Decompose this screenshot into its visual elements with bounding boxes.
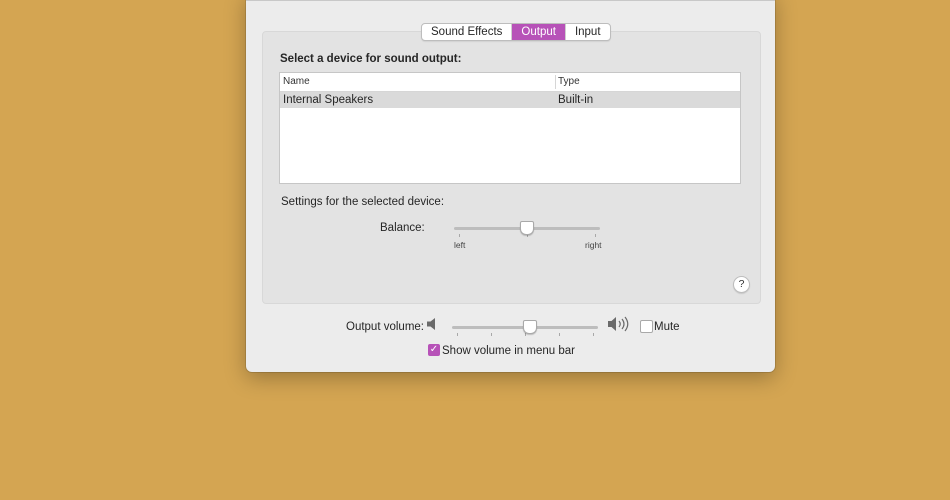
speaker-high-icon [608,316,629,332]
balance-tick [459,234,460,237]
balance-slider[interactable]: left right [454,219,602,250]
checkmark-icon: ✓ [429,344,439,355]
balance-right-label: right [585,240,602,250]
balance-left-label: left [454,240,466,250]
balance-label: Balance: [380,222,425,234]
output-panel: Select a device for sound output: Name T… [262,31,761,304]
settings-label: Settings for the selected device: [281,196,445,208]
mute-label: Mute [654,321,680,333]
output-volume-label: Output volume: [346,321,424,333]
balance-thumb[interactable] [520,221,534,235]
output-volume-slider[interactable] [452,318,599,338]
tab-sound-effects[interactable]: Sound Effects [422,24,513,40]
show-volume-label: Show volume in menu bar [442,345,575,357]
column-header-name[interactable]: Name [283,73,310,91]
sound-tabs: Sound Effects Output Input [421,23,611,41]
volume-tick [491,333,492,336]
table-row[interactable]: Internal Speakers Built-in [280,92,740,108]
speaker-low-icon [427,318,435,330]
help-button[interactable]: ? [733,276,750,293]
column-header-type[interactable]: Type [558,73,580,91]
mute-checkbox[interactable] [640,320,653,333]
volume-tick [457,333,458,336]
column-divider [555,75,556,89]
sound-preferences-window: Sound Effects Output Input Select a devi… [246,0,775,372]
device-type: Built-in [558,94,594,106]
toolbar [246,0,775,1]
volume-tick [559,333,560,336]
volume-tick [593,333,594,336]
show-volume-checkbox[interactable]: ✓ [428,344,440,356]
section-title: Select a device for sound output: [280,53,462,65]
tab-input[interactable]: Input [566,24,610,40]
table-header: Name Type [280,73,740,92]
balance-tick [595,234,596,237]
volume-thumb[interactable] [523,320,538,334]
device-table: Name Type Internal Speakers Built-in [279,72,741,184]
tab-output[interactable]: Output [512,24,566,40]
device-name: Internal Speakers [283,94,374,106]
